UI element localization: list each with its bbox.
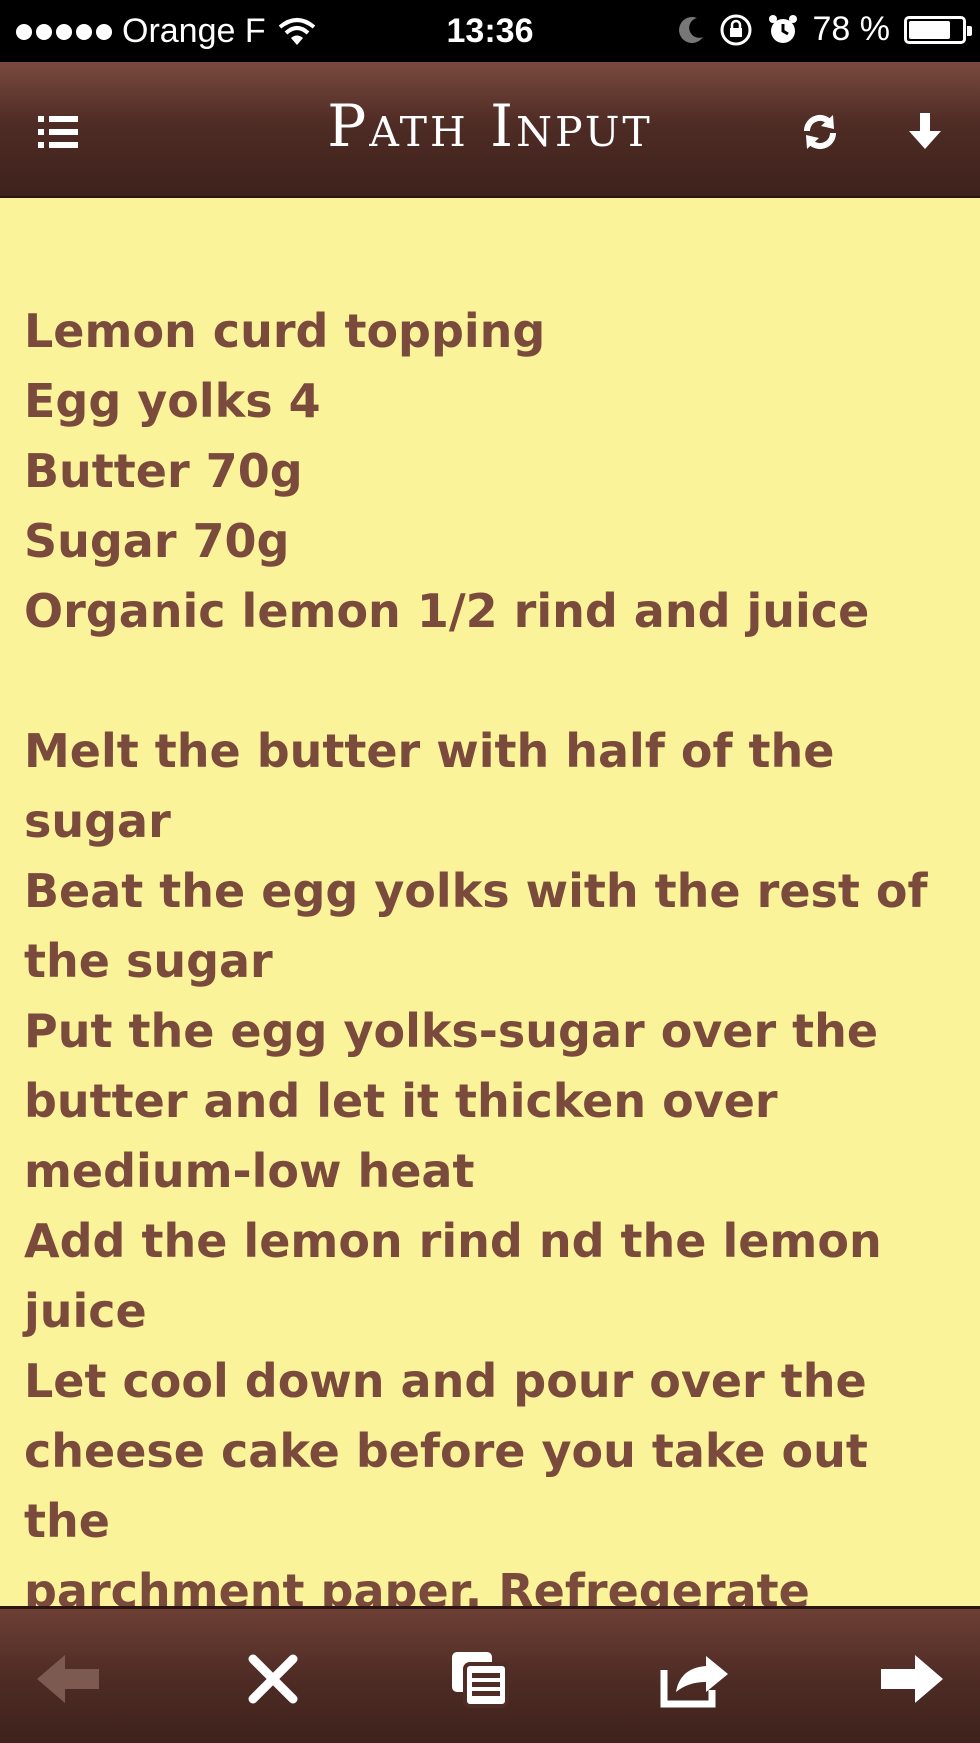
note-line: sugar [24, 794, 171, 848]
refresh-button[interactable] [790, 102, 850, 162]
battery-percent: 78 % [812, 10, 891, 48]
forward-arrow-icon [881, 1655, 943, 1703]
share-icon [660, 1656, 728, 1708]
pages-icon [452, 1652, 509, 1708]
note-text[interactable]: Lemon curd topping Egg yolks 4 Butter 70g S… [24, 296, 964, 1626]
note-area[interactable]: Lemon curd topping Egg yolks 4 Butter 70g S… [0, 198, 980, 1618]
note-line: cheese cake before you take out the [24, 1424, 884, 1548]
battery-icon [904, 15, 972, 44]
moon-icon [678, 16, 703, 43]
forward-button[interactable] [872, 1644, 952, 1714]
status-bar: Orange F 13:36 78 % [0, 0, 980, 62]
note-line: Add the lemon rind nd the lemon juice [24, 1214, 898, 1338]
note-line: Sugar 70g [24, 514, 290, 568]
note-line: Melt the butter with half of the [24, 724, 835, 778]
navigation-bar: Path Input [0, 62, 980, 198]
note-line: Lemon curd topping [24, 304, 546, 358]
note-line: Egg yolks 4 [24, 374, 321, 428]
note-line: Organic lemon 1/2 rind and juice [24, 584, 870, 638]
note-line: Put the egg yolks-sugar over the [24, 1004, 879, 1058]
note-line: Let cool down and pour over the [24, 1354, 867, 1408]
status-right: 78 % [677, 10, 972, 49]
note-line: medium-low heat [24, 1144, 475, 1198]
note-blank-line [24, 646, 964, 716]
note-line: Beat the egg yolks with the rest of [24, 864, 928, 918]
note-line: the sugar [24, 934, 273, 988]
share-button[interactable] [655, 1644, 735, 1714]
bottom-toolbar [0, 1606, 980, 1743]
pages-button[interactable] [440, 1644, 520, 1714]
rotation-lock-icon [720, 14, 751, 45]
close-icon [248, 1654, 298, 1704]
back-arrow-icon [37, 1655, 99, 1703]
refresh-icon [803, 114, 837, 150]
note-line: butter and let it thicken over [24, 1074, 778, 1128]
note-line: Butter 70g [24, 444, 303, 498]
back-button[interactable] [28, 1644, 108, 1714]
download-icon [909, 113, 941, 149]
close-button[interactable] [233, 1644, 313, 1714]
download-button[interactable] [895, 102, 955, 162]
alarm-icon [768, 14, 797, 43]
